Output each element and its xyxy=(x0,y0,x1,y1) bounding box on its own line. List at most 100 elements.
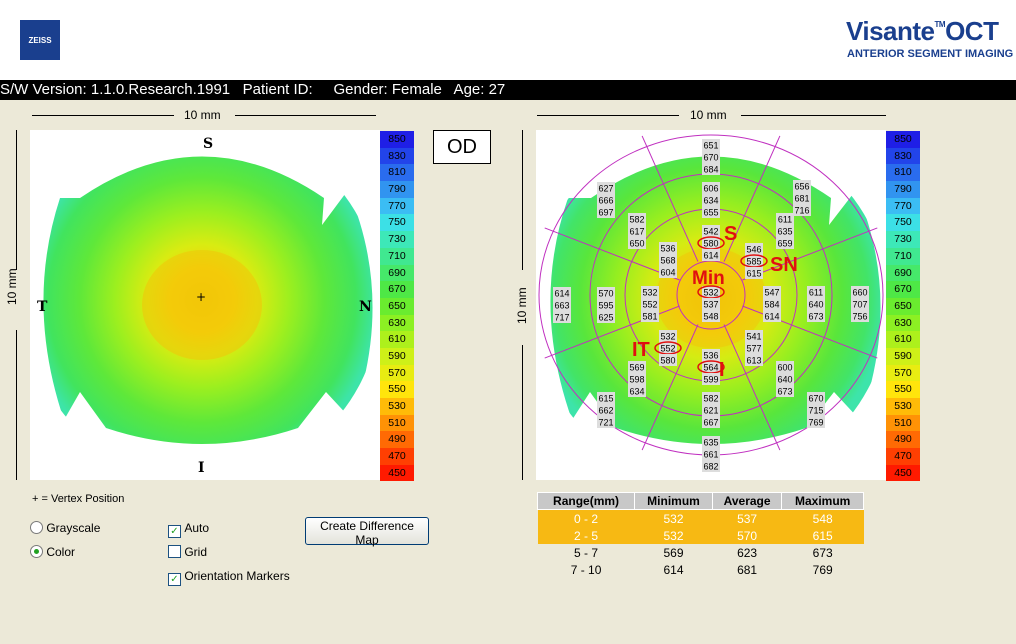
sector-value: 536 xyxy=(660,244,675,254)
scale-swatch: 790 xyxy=(380,181,414,198)
sector-value: 667 xyxy=(703,418,718,428)
sector-value: 715 xyxy=(808,406,823,416)
header-range: Range(mm) xyxy=(536,492,636,510)
scale-swatch: 630 xyxy=(886,314,920,332)
header-minimum: Minimum xyxy=(634,492,713,510)
sector-value: 536 xyxy=(703,351,718,361)
auto-option[interactable]: ✓ Auto xyxy=(168,521,209,538)
grayscale-option[interactable]: Grayscale xyxy=(30,521,100,537)
sector-value: 634 xyxy=(629,387,644,397)
vertex-legend: + = Vertex Position xyxy=(32,493,125,505)
width-line-left xyxy=(32,115,174,116)
sector-value: 656 xyxy=(794,182,809,192)
sector-map[interactable]: 651 670 684 606 634 655 542 580 614 656 681 716 611 6… xyxy=(536,130,886,480)
create-difference-map-button[interactable]: Create Difference Map xyxy=(305,517,429,547)
orientation-checkbox[interactable]: ✓ xyxy=(168,573,181,586)
sector-value: 568 xyxy=(660,256,675,266)
sector-value: 541 xyxy=(746,332,761,342)
sector-value: 635 xyxy=(777,227,792,237)
cell-maximum: 615 xyxy=(781,527,864,544)
left-map-shape xyxy=(43,156,373,444)
scale-swatch: 510 xyxy=(886,414,920,432)
scale-swatch: 530 xyxy=(886,398,920,415)
scale-swatch: 730 xyxy=(886,231,920,248)
sector-value: 663 xyxy=(554,301,569,311)
color-option[interactable]: Color xyxy=(30,545,75,561)
scale-swatch: 730 xyxy=(380,231,414,248)
scale-swatch: 590 xyxy=(380,347,414,365)
orientation-label: Orientation Markers xyxy=(184,569,290,583)
cell-maximum: 548 xyxy=(781,509,864,527)
scale-swatch: 530 xyxy=(380,398,414,415)
left-width-label: 10 mm xyxy=(184,108,221,122)
table-row: 2 - 5 532 570 615 xyxy=(537,527,864,544)
scale-swatch: 510 xyxy=(380,414,414,432)
cell-minimum: 532 xyxy=(634,509,713,527)
eye-label: OD xyxy=(433,130,491,164)
grayscale-radio[interactable] xyxy=(30,521,43,534)
sector-value: 600 xyxy=(777,363,792,373)
scale-swatch: 590 xyxy=(886,347,920,365)
auto-label: Auto xyxy=(184,521,210,535)
scale-swatch: 570 xyxy=(886,364,920,382)
marker-i: I xyxy=(198,460,205,476)
sector-value: 682 xyxy=(703,462,718,472)
sector-value: 707 xyxy=(852,300,867,310)
table-row: 7 - 10 614 681 769 xyxy=(538,561,864,578)
patient-info-bar: S/W Version: 1.1.0.Research.1991 Patient… xyxy=(0,80,1016,100)
thickness-map-svg: S I T N + xyxy=(37,136,373,476)
zeiss-logo-text: ZEISS xyxy=(28,35,52,45)
thickness-map-left[interactable]: S I T N + xyxy=(30,130,380,480)
scale-swatch: 850 xyxy=(380,131,414,148)
scale-swatch: 710 xyxy=(380,247,414,265)
visante-logo: VisanteTMOCT xyxy=(846,16,999,47)
zone-label-min: Min xyxy=(692,268,725,289)
sector-value: 552 xyxy=(660,344,675,354)
height-line-top xyxy=(16,130,17,270)
scale-swatch: 770 xyxy=(886,197,920,215)
scale-swatch: 690 xyxy=(380,264,414,282)
sector-value: 611 xyxy=(778,215,792,225)
sector-value: 614 xyxy=(703,251,718,261)
sector-value: 547 xyxy=(764,288,779,298)
color-radio[interactable] xyxy=(30,545,43,558)
sector-value: 614 xyxy=(764,312,779,322)
scale-swatch: 690 xyxy=(886,264,920,282)
cell-average: 570 xyxy=(712,527,782,544)
orientation-option[interactable]: ✓ Orientation Markers xyxy=(168,569,290,586)
sector-value: 570 xyxy=(598,289,613,299)
sector-value: 756 xyxy=(852,312,867,322)
scale-swatch: 830 xyxy=(886,147,920,165)
sector-value: 532 xyxy=(660,332,675,342)
zone-label-i: I xyxy=(719,359,725,381)
sector-value: 614 xyxy=(554,289,569,299)
auto-checkbox[interactable]: ✓ xyxy=(168,525,181,538)
grayscale-label: Grayscale xyxy=(46,521,101,535)
sector-value: 769 xyxy=(808,418,823,428)
scale-swatch: 550 xyxy=(886,381,920,398)
sector-value: 613 xyxy=(746,356,761,366)
sector-value: 659 xyxy=(777,239,792,249)
scale-swatch: 610 xyxy=(886,331,920,348)
grid-checkbox[interactable] xyxy=(168,545,181,558)
cell-maximum: 769 xyxy=(812,562,833,577)
grid-option[interactable]: Grid xyxy=(168,545,207,561)
sector-value: 532 xyxy=(703,288,718,298)
scale-swatch: 450 xyxy=(380,464,414,482)
grid-label: Grid xyxy=(184,545,208,559)
sector-value: 615 xyxy=(598,394,613,404)
sector-value: 655 xyxy=(703,208,718,218)
vertex-marker: + xyxy=(196,290,206,304)
color-label: Color xyxy=(46,545,76,559)
sector-value: 627 xyxy=(598,184,613,194)
zone-label-s: S xyxy=(724,223,737,245)
scale-swatch: 670 xyxy=(380,281,414,298)
left-height-label: 10 mm xyxy=(5,268,19,305)
sector-value: 617 xyxy=(629,227,644,237)
scale-swatch: 750 xyxy=(886,214,920,232)
sector-value: 584 xyxy=(764,300,779,310)
sector-value: 595 xyxy=(598,301,613,311)
stats-header-row: Range(mm) Minimum Average Maximum xyxy=(536,492,864,510)
brand-tm: TM xyxy=(934,20,946,29)
sector-value: 673 xyxy=(808,312,823,322)
